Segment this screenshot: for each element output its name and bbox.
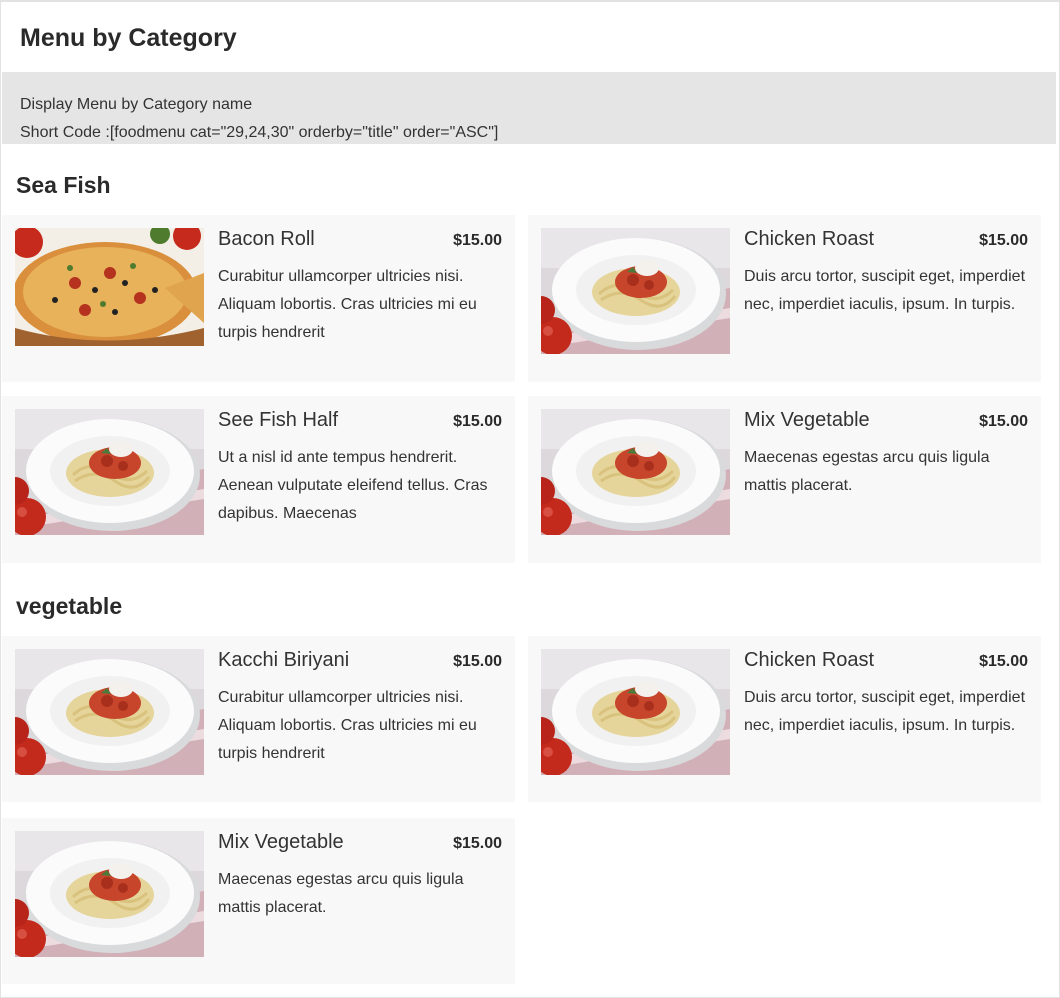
menu-item-card[interactable]: Chicken Roast $15.00 Duis arcu tortor, s… <box>528 215 1041 382</box>
menu-item-price: $15.00 <box>979 653 1028 670</box>
menu-item-price: $15.00 <box>453 835 502 852</box>
menu-item-title[interactable]: Chicken Roast <box>744 649 874 672</box>
menu-item-card[interactable]: Bacon Roll $15.00 Curabitur ullamcorper … <box>2 215 515 382</box>
shortcode-info-box: Display Menu by Category name Short Code… <box>2 72 1056 144</box>
menu-item-description: Curabitur ullamcorper ultricies nisi. Al… <box>218 689 477 762</box>
menu-item-title[interactable]: Chicken Roast <box>744 228 874 251</box>
menu-item-title[interactable]: Mix Vegetable <box>218 831 344 854</box>
menu-item-card[interactable]: Mix Vegetable $15.00 Maecenas egestas ar… <box>2 818 515 984</box>
menu-item-price: $15.00 <box>453 413 502 430</box>
menu-item-description: Maecenas egestas arcu quis ligula mattis… <box>218 871 464 916</box>
menu-item-description: Maecenas egestas arcu quis ligula mattis… <box>744 449 990 494</box>
menu-item-price: $15.00 <box>453 232 502 249</box>
category-heading-sea-fish: Sea Fish <box>16 172 111 198</box>
info-shortcode: Short Code :[foodmenu cat="29,24,30" ord… <box>20 124 499 141</box>
pasta-image[interactable] <box>15 831 204 957</box>
pasta-image[interactable] <box>15 409 204 535</box>
menu-item-description: Curabitur ullamcorper ultricies nisi. Al… <box>218 268 477 341</box>
menu-page: Menu by Category Display Menu by Categor… <box>0 0 1060 998</box>
pasta-image[interactable] <box>541 409 730 535</box>
pizza-image[interactable] <box>15 228 204 346</box>
menu-item-title[interactable]: Bacon Roll <box>218 228 315 251</box>
menu-item-card[interactable]: Chicken Roast $15.00 Duis arcu tortor, s… <box>528 636 1041 802</box>
menu-item-description: Duis arcu tortor, suscipit eget, imperdi… <box>744 689 1026 734</box>
menu-item-card[interactable]: Mix Vegetable $15.00 Maecenas egestas ar… <box>528 396 1041 563</box>
pasta-image[interactable] <box>15 649 204 775</box>
menu-item-description: Duis arcu tortor, suscipit eget, imperdi… <box>744 268 1026 313</box>
category-heading-vegetable: vegetable <box>16 593 123 619</box>
menu-item-price: $15.00 <box>979 413 1028 430</box>
menu-item-price: $15.00 <box>453 653 502 670</box>
menu-item-title[interactable]: See Fish Half <box>218 409 338 432</box>
menu-item-title[interactable]: Kacchi Biriyani <box>218 649 349 672</box>
menu-item-card[interactable]: Kacchi Biriyani $15.00 Curabitur ullamco… <box>2 636 515 802</box>
menu-item-price: $15.00 <box>979 232 1028 249</box>
pasta-image[interactable] <box>541 649 730 775</box>
info-description: Display Menu by Category name <box>20 96 253 113</box>
pasta-image[interactable] <box>541 228 730 354</box>
menu-item-title[interactable]: Mix Vegetable <box>744 409 870 432</box>
menu-item-description: Ut a nisl id ante tempus hendrerit. Aene… <box>218 449 488 522</box>
menu-item-card[interactable]: See Fish Half $15.00 Ut a nisl id ante t… <box>2 396 515 563</box>
page-title: Menu by Category <box>20 24 237 52</box>
